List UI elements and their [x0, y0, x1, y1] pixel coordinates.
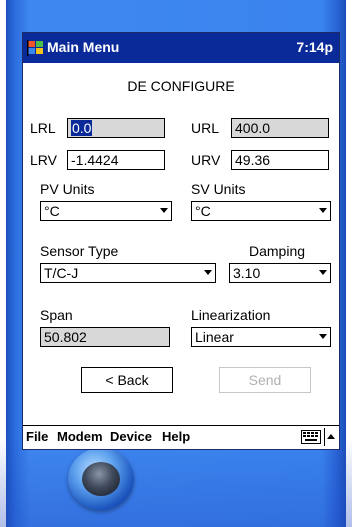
urv-input[interactable]: 49.36 [231, 150, 329, 170]
linearization-label: Linearization [191, 307, 271, 323]
sv-units-label: SV Units [191, 181, 246, 197]
navigation-button-cap [82, 462, 120, 496]
lrv-input[interactable]: -1.4424 [67, 150, 165, 170]
menu-file[interactable]: File [26, 429, 48, 444]
urv-label: URV [191, 152, 221, 168]
span-field[interactable]: 50.802 [40, 327, 170, 347]
pv-units-value: °C [44, 203, 60, 219]
lrl-label: LRL [30, 120, 56, 136]
clock[interactable]: 7:14p [296, 39, 333, 55]
lrl-value: 0.0 [71, 120, 93, 136]
menu-separator [324, 428, 325, 446]
linearization-value: Linear [195, 329, 234, 345]
chevron-down-icon [160, 208, 168, 213]
up-arrow-icon[interactable] [327, 434, 335, 439]
url-field[interactable]: 400.0 [231, 118, 329, 138]
lrl-field[interactable]: 0.0 [67, 118, 165, 138]
configure-form: DE CONFIGURE LRL 0.0 URL 400.0 LRV -1.44… [23, 63, 339, 427]
span-label: Span [40, 307, 73, 323]
sensor-type-dropdown[interactable]: T/C-J [40, 263, 216, 283]
damping-dropdown[interactable]: 3.10 [229, 263, 331, 283]
damping-label: Damping [249, 243, 306, 259]
keyboard-icon[interactable] [301, 430, 321, 444]
pv-units-dropdown[interactable]: °C [40, 201, 172, 221]
url-label: URL [191, 120, 220, 136]
menu-bar: File Modem Device Help [23, 425, 339, 449]
send-button[interactable]: Send [219, 367, 311, 393]
menu-device[interactable]: Device [110, 429, 152, 444]
device-screen: Main Menu 7:14p DE CONFIGURE LRL 0.0 URL… [22, 32, 340, 450]
sensor-type-value: T/C-J [44, 265, 79, 281]
device-bottom-shade [0, 437, 352, 527]
form-heading: DE CONFIGURE [127, 78, 235, 94]
windows-flag-icon[interactable] [27, 39, 45, 57]
chevron-down-icon [319, 208, 327, 213]
title-bar: Main Menu 7:14p [23, 33, 339, 63]
chevron-down-icon [319, 270, 327, 275]
chevron-down-icon [204, 270, 212, 275]
sensor-type-label: Sensor Type [40, 243, 119, 259]
menu-modem[interactable]: Modem [57, 429, 103, 444]
window-title: Main Menu [47, 39, 120, 55]
damping-value: 3.10 [233, 265, 261, 281]
lrv-label: LRV [30, 152, 57, 168]
sv-units-dropdown[interactable]: °C [191, 201, 331, 221]
back-button[interactable]: < Back [81, 367, 173, 393]
chevron-down-icon [319, 334, 327, 339]
menu-help[interactable]: Help [162, 429, 190, 444]
linearization-dropdown[interactable]: Linear [191, 327, 331, 347]
navigation-button[interactable] [68, 448, 134, 510]
pv-units-label: PV Units [40, 181, 95, 197]
sv-units-value: °C [195, 203, 211, 219]
